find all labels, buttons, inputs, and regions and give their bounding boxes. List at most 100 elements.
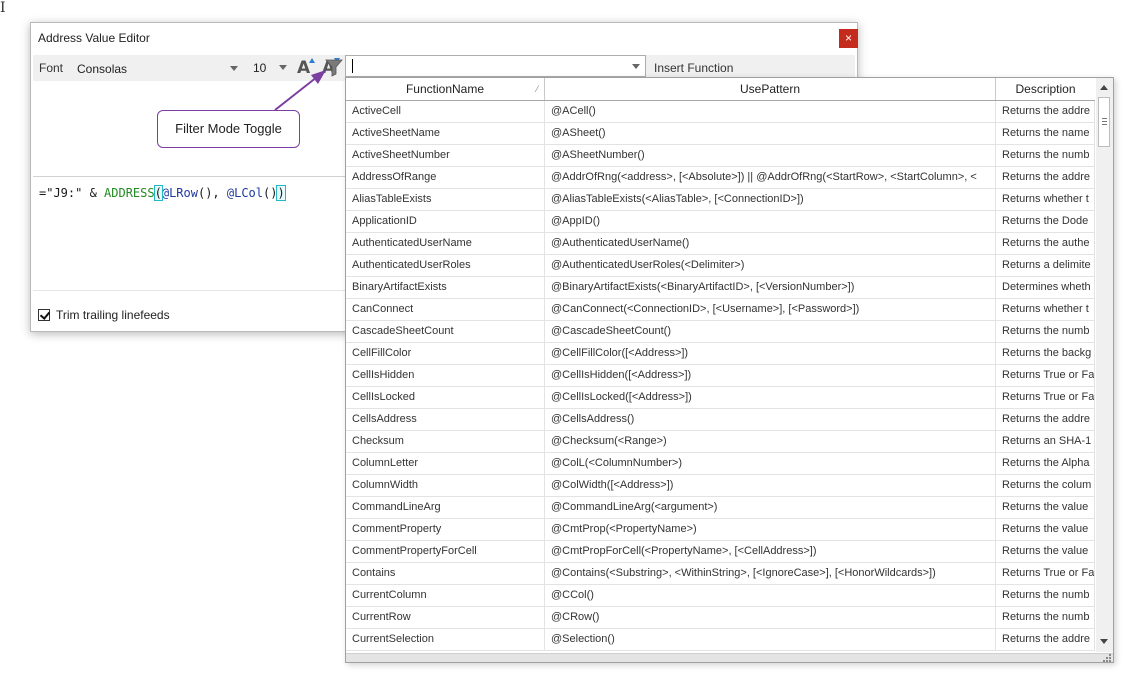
grip-line xyxy=(1102,118,1107,119)
chevron-down-icon xyxy=(279,65,287,70)
filter-mode-callout: Filter Mode Toggle xyxy=(157,110,300,148)
use-pattern-cell: @CanConnect(<ConnectionID>, [<Username>]… xyxy=(545,299,996,320)
code-close-paren: ) xyxy=(276,185,286,201)
column-header-label: UsePattern xyxy=(739,82,801,96)
use-pattern-cell: @ASheetNumber() xyxy=(545,145,996,166)
function-list-popup: FunctionName ⁄ UsePattern Description Ac… xyxy=(345,77,1114,663)
code-arg-row: @LRow xyxy=(161,186,198,200)
use-pattern-cell: @Selection() xyxy=(545,629,996,650)
trim-label: Trim trailing linefeeds xyxy=(56,308,170,322)
use-pattern-cell: @CascadeSheetCount() xyxy=(545,321,996,342)
use-pattern-cell: @Checksum(<Range>) xyxy=(545,431,996,452)
chevron-down-icon xyxy=(230,66,238,71)
description-cell: Returns a delimite xyxy=(996,255,1095,276)
description-cell: Returns whether t xyxy=(996,299,1095,320)
table-row[interactable]: AliasTableExists @AliasTableExists(<Alias… xyxy=(346,189,1095,211)
function-name-cell: AuthenticatedUserRoles xyxy=(346,255,545,276)
font-label: Font xyxy=(39,61,64,75)
function-name-cell: CommandLineArg xyxy=(346,497,545,518)
table-row[interactable]: ApplicationID @AppID() Returns the Dode xyxy=(346,211,1095,233)
function-name-cell: ApplicationID xyxy=(346,211,545,232)
table-row[interactable]: AuthenticatedUserName @AuthenticatedUserN… xyxy=(346,233,1095,255)
table-row[interactable]: AuthenticatedUserRoles @AuthenticatedUser… xyxy=(346,255,1095,277)
vertical-scrollbar[interactable] xyxy=(1096,78,1113,652)
filter-icon xyxy=(325,59,343,77)
column-header-usepattern[interactable]: UsePattern xyxy=(545,78,996,100)
insert-function-label: Insert Function xyxy=(654,61,734,75)
formula-text: ="J9:" & ADDRESS(@LRow(), @LCol()) xyxy=(39,185,286,201)
trim-checkbox[interactable] xyxy=(38,309,51,321)
function-name-cell: ActiveSheetName xyxy=(346,123,545,144)
table-row[interactable]: AddressOfRange @AddrOfRng(<address>, [<Ab… xyxy=(346,167,1095,189)
font-family-select[interactable]: Consolas xyxy=(71,57,243,79)
up-triangle-icon xyxy=(309,58,315,63)
description-cell: Returns the numb xyxy=(996,321,1095,342)
title-bar[interactable]: Address Value Editor × xyxy=(31,23,858,53)
description-cell: Returns whether t xyxy=(996,189,1095,210)
function-name-cell: Checksum xyxy=(346,431,545,452)
description-cell: Returns the numb xyxy=(996,145,1095,166)
function-name-cell: ColumnWidth xyxy=(346,475,545,496)
description-cell: Returns the authe xyxy=(996,233,1095,254)
use-pattern-cell: @CellsAddress() xyxy=(545,409,996,430)
table-row[interactable]: CurrentColumn @CCol() Returns the numb xyxy=(346,585,1095,607)
code-prefix: ="J9:" & xyxy=(39,186,105,200)
table-row[interactable]: CommentPropertyForCell @CmtPropForCell(<P… xyxy=(346,541,1095,563)
use-pattern-cell: @ASheet() xyxy=(545,123,996,144)
column-header-description[interactable]: Description xyxy=(996,78,1095,100)
function-name-cell: Contains xyxy=(346,563,545,584)
table-row[interactable]: ActiveSheetNumber @ASheetNumber() Returns … xyxy=(346,145,1095,167)
scroll-down-button[interactable] xyxy=(1096,633,1113,650)
code-sep: (), xyxy=(197,186,227,200)
table-row[interactable]: CellFillColor @CellFillColor([<Address>])… xyxy=(346,343,1095,365)
table-row[interactable]: BinaryArtifactExists @BinaryArtifactExist… xyxy=(346,277,1095,299)
table-row[interactable]: Contains @Contains(<Substring>, <WithinSt… xyxy=(346,563,1095,585)
table-row[interactable]: CommentProperty @CmtProp(<PropertyName>) R… xyxy=(346,519,1095,541)
table-row[interactable]: ActiveCell @ACell() Returns the addre xyxy=(346,101,1095,123)
close-button[interactable]: × xyxy=(839,29,858,48)
table-row[interactable]: ColumnLetter @ColL(<ColumnNumber>) Returns… xyxy=(346,453,1095,475)
description-cell: Returns the value xyxy=(996,519,1095,540)
table-row[interactable]: Checksum @Checksum(<Range>) Returns an SHA… xyxy=(346,431,1095,453)
table-row[interactable]: ActiveSheetName @ASheet() Returns the name xyxy=(346,123,1095,145)
table-row[interactable]: CanConnect @CanConnect(<ConnectionID>, [<… xyxy=(346,299,1095,321)
column-header-functionname[interactable]: FunctionName ⁄ xyxy=(346,78,545,100)
table-row[interactable]: CurrentSelection @Selection() Returns the … xyxy=(346,629,1095,651)
dialog-title: Address Value Editor xyxy=(38,31,150,45)
table-row[interactable]: CommandLineArg @CommandLineArg(<argument>… xyxy=(346,497,1095,519)
scroll-up-button[interactable] xyxy=(1096,79,1113,96)
description-cell: Returns the value xyxy=(996,497,1095,518)
scroll-thumb[interactable] xyxy=(1098,97,1110,147)
increase-font-size-icon[interactable]: A xyxy=(295,56,317,78)
function-name-cell: CellFillColor xyxy=(346,343,545,364)
chevron-up-icon xyxy=(1100,85,1108,90)
use-pattern-cell: @CellFillColor([<Address>]) xyxy=(545,343,996,364)
table-row[interactable]: ColumnWidth @ColWidth([<Address>]) Returns… xyxy=(346,475,1095,497)
function-name-cell: AuthenticatedUserName xyxy=(346,233,545,254)
code-open-paren: ( xyxy=(153,185,163,201)
use-pattern-cell: @CellIsHidden([<Address>]) xyxy=(545,365,996,386)
grip-line xyxy=(1102,121,1107,122)
use-pattern-cell: @CellIsLocked([<Address>]) xyxy=(545,387,996,408)
function-name-cell: ColumnLetter xyxy=(346,453,545,474)
resize-grip-icon[interactable] xyxy=(1102,653,1112,662)
function-name-cell: CommentPropertyForCell xyxy=(346,541,545,562)
table-row[interactable]: CellsAddress @CellsAddress() Returns the a… xyxy=(346,409,1095,431)
table-row[interactable]: CurrentRow @CRow() Returns the numb xyxy=(346,607,1095,629)
chevron-down-icon[interactable] xyxy=(632,64,640,69)
use-pattern-cell: @AddrOfRng(<address>, [<Absolute>]) || @… xyxy=(545,167,996,188)
function-name-cell: CurrentSelection xyxy=(346,629,545,650)
table-row[interactable]: CascadeSheetCount @CascadeSheetCount() Ret… xyxy=(346,321,1095,343)
font-size-select[interactable]: 10 xyxy=(249,57,291,79)
function-search-input[interactable] xyxy=(345,55,646,77)
function-name-cell: ActiveSheetNumber xyxy=(346,145,545,166)
filter-mode-toggle-button[interactable] xyxy=(323,56,345,78)
font-size-value: 10 xyxy=(253,61,267,75)
table-row[interactable]: CellIsLocked @CellIsLocked([<Address>]) Re… xyxy=(346,387,1095,409)
use-pattern-cell: @CmtPropForCell(<PropertyName>, [<CellAd… xyxy=(545,541,996,562)
table-row[interactable]: CellIsHidden @CellIsHidden([<Address>]) Re… xyxy=(346,365,1095,387)
description-cell: Returns the Alpha xyxy=(996,453,1095,474)
description-cell: Returns True or Fa xyxy=(996,387,1095,408)
column-header-label: Description xyxy=(1015,82,1076,96)
description-cell: Returns True or Fa xyxy=(996,563,1095,584)
